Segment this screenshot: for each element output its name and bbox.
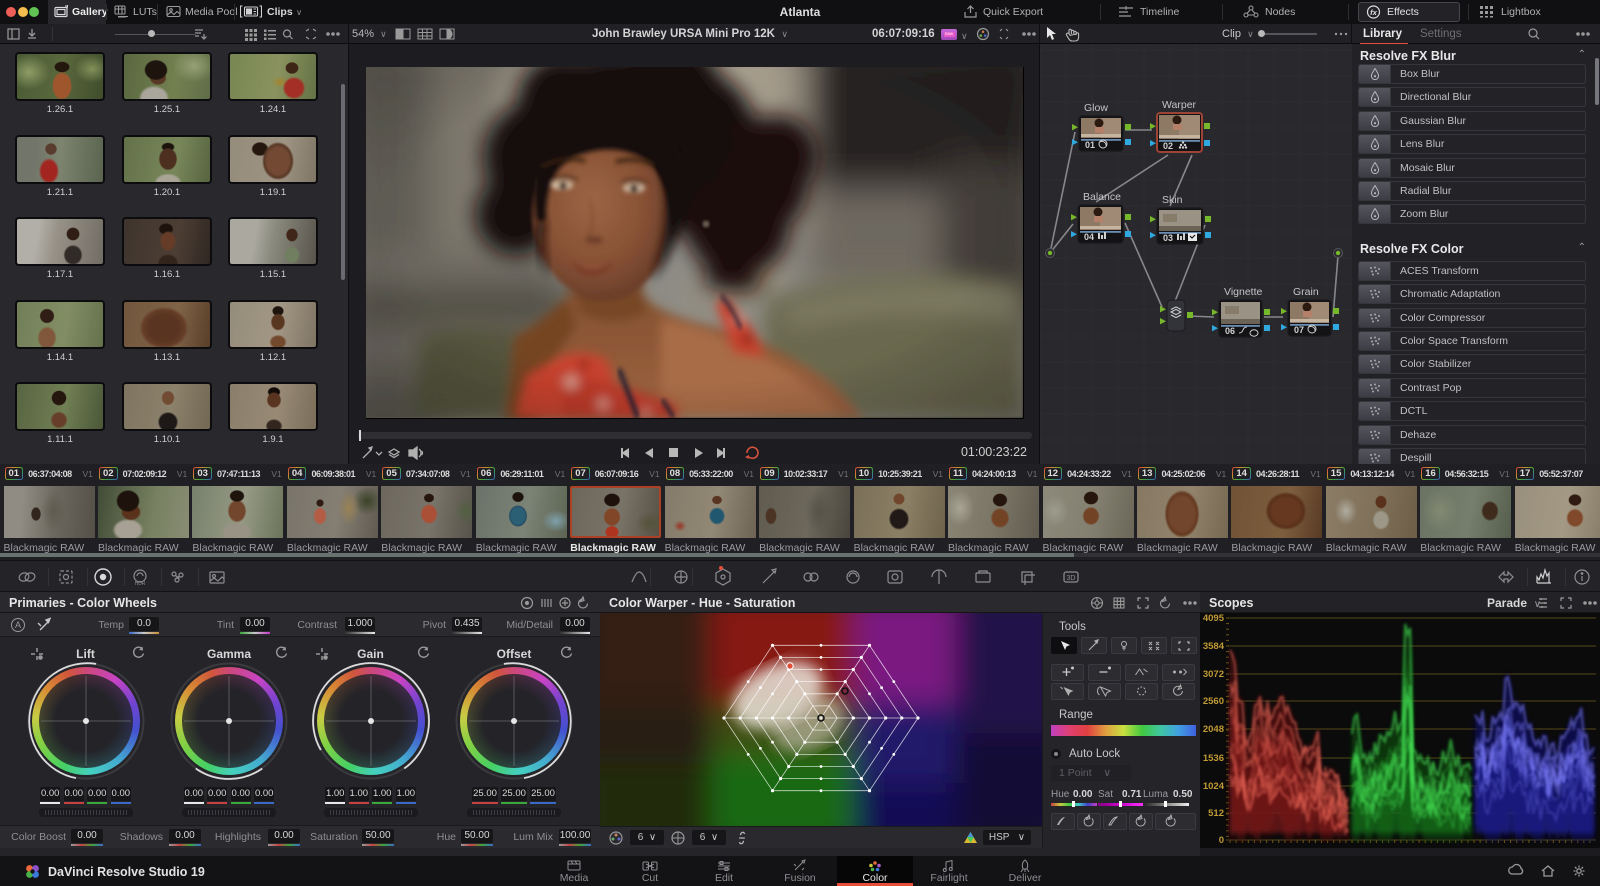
svg-text:3072: 3072 (1203, 669, 1224, 680)
svg-text:Grain: Grain (1293, 286, 1319, 298)
svg-text:3584: 3584 (1203, 641, 1225, 652)
svg-text:fx: fx (1370, 8, 1377, 17)
svg-text:2048: 2048 (1203, 724, 1224, 735)
svg-text:07: 07 (1294, 325, 1304, 335)
svg-text:1024: 1024 (1203, 781, 1225, 792)
svg-text:Vignette: Vignette (1224, 286, 1262, 298)
svg-text:1536: 1536 (1203, 753, 1224, 764)
svg-text:A: A (15, 620, 21, 630)
svg-text:4095: 4095 (1203, 613, 1225, 624)
svg-text:06: 06 (1225, 326, 1235, 336)
svg-text:Skin: Skin (1162, 194, 1183, 206)
svg-text:Warper: Warper (1162, 99, 1197, 111)
svg-text:02: 02 (1163, 141, 1173, 151)
svg-text:Balance: Balance (1083, 191, 1121, 203)
svg-text:03: 03 (1163, 233, 1173, 243)
svg-text:512: 512 (1208, 808, 1224, 819)
svg-text:3D: 3D (1067, 575, 1076, 582)
svg-text:2560: 2560 (1203, 696, 1224, 707)
svg-text:0: 0 (1219, 835, 1224, 846)
svg-text:04: 04 (1084, 232, 1094, 242)
svg-text:HDR: HDR (135, 581, 146, 587)
svg-text:01: 01 (1085, 140, 1095, 150)
svg-text:Glow: Glow (1084, 102, 1108, 114)
